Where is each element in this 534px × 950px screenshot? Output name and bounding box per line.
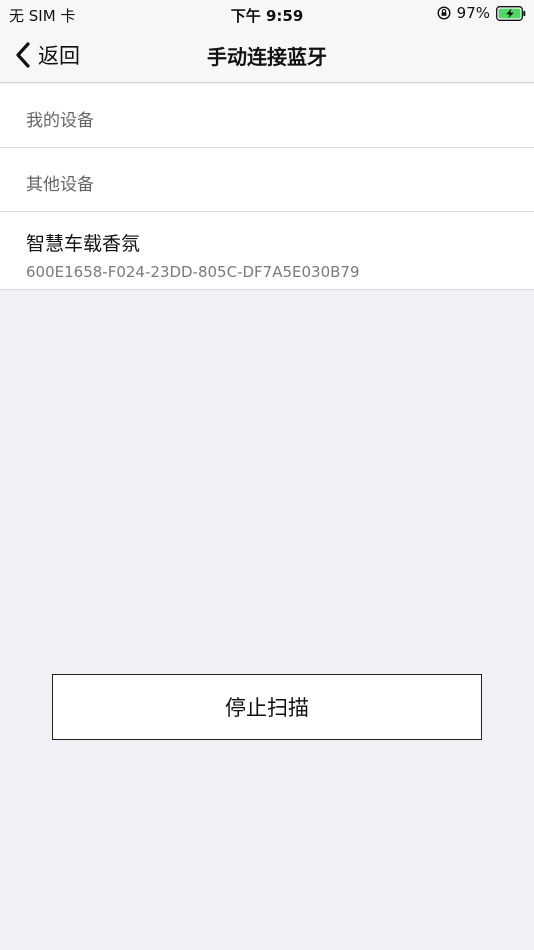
navigation-bar: 返回 手动连接蓝牙 [0,28,534,83]
section-my-devices: 我的设备 [0,84,534,148]
orientation-lock-icon [437,6,451,20]
section-label-my-devices: 我的设备 [26,111,94,131]
device-name: 智慧车载香氛 [26,233,141,255]
battery-percent: 97% [456,4,490,22]
status-right: 97% [437,4,526,22]
stop-scan-button[interactable]: 停止扫描 [52,674,482,740]
section-other-devices: 其他设备 [0,148,534,212]
device-list: 我的设备 其他设备 智慧车载香氛 600E1658-F024-23DD-805C… [0,84,534,290]
status-bar: 无 SIM 卡 下午 9:59 97% [0,0,534,28]
section-label-other-devices: 其他设备 [26,175,94,195]
battery-charging-icon [496,5,526,21]
screen: 无 SIM 卡 下午 9:59 97% 返回 手动连接蓝牙 我的设备 其他设备 … [0,0,534,950]
page-title: 手动连接蓝牙 [207,45,327,69]
device-row[interactable]: 智慧车载香氛 600E1658-F024-23DD-805C-DF7A5E030… [0,212,534,290]
device-uuid: 600E1658-F024-23DD-805C-DF7A5E030B79 [26,263,360,281]
